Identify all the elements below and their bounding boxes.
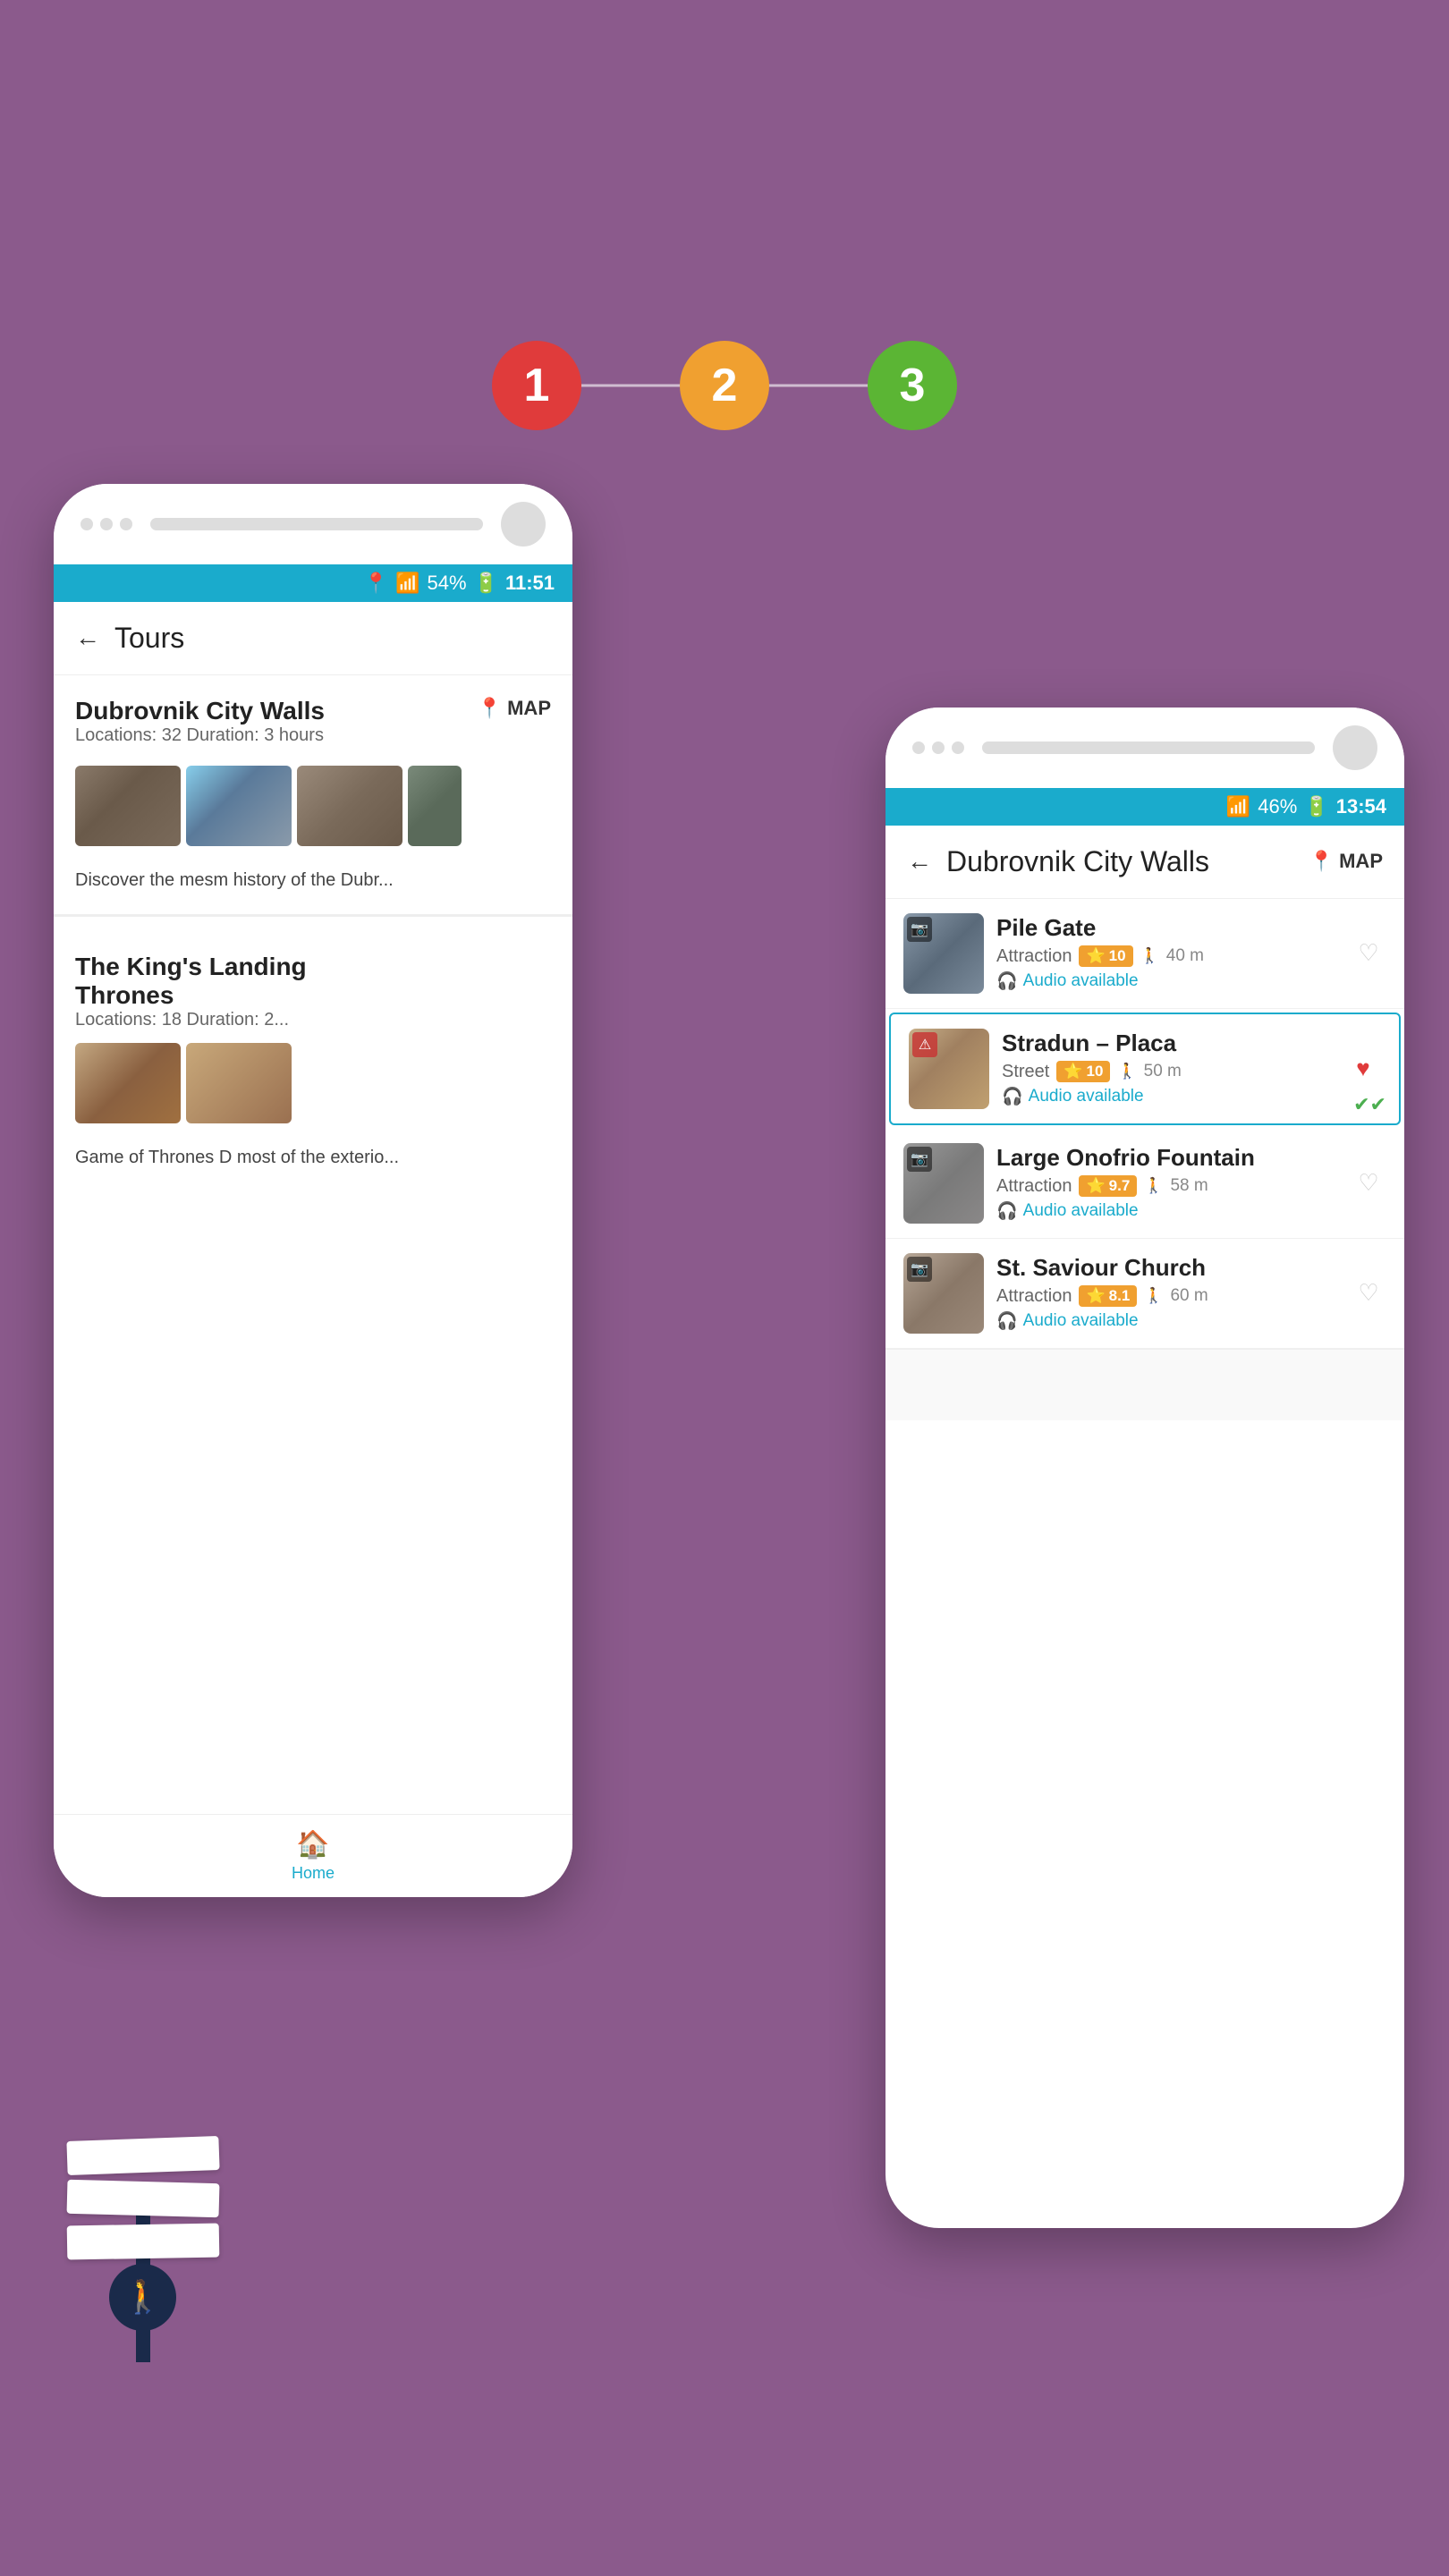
location-fountain[interactable]: 📷 Large Onofrio Fountain Attraction ⭐ 9.…: [886, 1129, 1404, 1239]
tour-img-3: [297, 766, 402, 846]
dot-6: [952, 741, 964, 754]
church-name: St. Saviour Church: [996, 1254, 1338, 1282]
pile-gate-thumb: 📷: [903, 913, 984, 994]
got-images: [75, 1043, 551, 1123]
stradun-check-icon: ✔✔: [1353, 1093, 1386, 1116]
fountain-camera-icon: 📷: [907, 1147, 932, 1172]
location-church[interactable]: 📷 St. Saviour Church Attraction ⭐ 8.1 🚶 …: [886, 1239, 1404, 1349]
tour-img-4: [408, 766, 462, 846]
steps-row: 1 2 3: [456, 341, 993, 430]
map-pin-icon-2: 📍: [1309, 850, 1334, 873]
stradun-info: Stradun – Placa Street ⭐ 10 🚶 50 m 🎧 Aud…: [1002, 1030, 1333, 1107]
got-card[interactable]: The King's Landing Thrones Locations: 18…: [54, 931, 572, 1177]
church-audio: 🎧 Audio available: [996, 1310, 1338, 1332]
step-3: 3: [868, 341, 957, 430]
walk-icon-2: 🚶: [1117, 1063, 1136, 1080]
church-type: Attraction ⭐ 8.1 🚶 60 m: [996, 1285, 1338, 1307]
phone2-title: Dubrovnik City Walls: [946, 845, 1309, 878]
tour-img-1: [75, 766, 181, 846]
map-button-1[interactable]: 📍 MAP: [478, 697, 551, 720]
app-header-1: ← Tours: [54, 602, 572, 675]
dot-1: [80, 518, 93, 530]
circle-btn-1: [501, 502, 546, 547]
got-meta: Locations: 18 Duration: 2...: [75, 1010, 551, 1030]
back-button-2[interactable]: ←: [907, 847, 932, 876]
dubrovnik-city-walls-card[interactable]: Dubrovnik City Walls Locations: 32 Durat…: [54, 675, 572, 915]
tour-1-description: Discover the mesm history of the Dubr...: [75, 860, 551, 900]
church-thumb: 📷: [903, 1253, 984, 1334]
dot-4: [912, 741, 925, 754]
dot-3: [120, 518, 132, 530]
fountain-heart[interactable]: ♡: [1351, 1165, 1386, 1201]
got-img-1: [75, 1043, 181, 1123]
fountain-type: Attraction ⭐ 9.7 🚶 58 m: [996, 1175, 1338, 1197]
signpost-board-2: [67, 2180, 220, 2217]
fountain-rating: ⭐ 9.7: [1079, 1175, 1137, 1197]
pile-gate-info: Pile Gate Attraction ⭐ 10 🚶 40 m 🎧 Audio…: [996, 914, 1338, 992]
signpost-container: 🚶: [54, 2130, 233, 2362]
circle-btn-2: [1333, 725, 1377, 770]
status-bar-1: 📍 📶 54% 🔋 11:51: [54, 564, 572, 602]
dot-5: [932, 741, 945, 754]
stradun-name: Stradun – Placa: [1002, 1030, 1333, 1057]
location-stradun[interactable]: ⚠ Stradun – Placa Street ⭐ 10 🚶 50 m 🎧 A…: [889, 1013, 1401, 1125]
nav-home[interactable]: 🏠 Home: [292, 1829, 335, 1883]
separator-1: [54, 915, 572, 917]
step-2: 2: [680, 341, 769, 430]
next-item-partial: [886, 1349, 1404, 1420]
phones-area: 📍 📶 54% 🔋 11:51 ← Tours Dubrovnik City W…: [0, 484, 1449, 2362]
signpost-board-1: [66, 2136, 219, 2175]
got-img-2: [186, 1043, 292, 1123]
phone-top-1: [54, 484, 572, 564]
church-rating: ⭐ 8.1: [1079, 1285, 1137, 1307]
pile-gate-name: Pile Gate: [996, 914, 1338, 942]
signpost-board-3: [67, 2223, 220, 2259]
signpost-person: 🚶: [109, 2264, 176, 2331]
phone-1: 📍 📶 54% 🔋 11:51 ← Tours Dubrovnik City W…: [54, 484, 572, 1897]
pile-gate-audio: 🎧 Audio available: [996, 970, 1338, 992]
fountain-info: Large Onofrio Fountain Attraction ⭐ 9.7 …: [996, 1144, 1338, 1222]
phone-top-2: [886, 708, 1404, 788]
bottom-nav: 🏠 Home: [54, 1814, 572, 1897]
pile-gate-rating: ⭐ 10: [1079, 945, 1132, 967]
nav-home-label: Home: [292, 1864, 335, 1883]
map-pin-icon: 📍: [478, 697, 502, 720]
stradun-heart[interactable]: ♥: [1345, 1051, 1381, 1087]
church-camera-icon: 📷: [907, 1257, 932, 1282]
back-button-1[interactable]: ←: [75, 623, 100, 652]
location-pile-gate[interactable]: 📷 Pile Gate Attraction ⭐ 10 🚶 40 m 🎧 Aud…: [886, 899, 1404, 1009]
pile-gate-type: Attraction ⭐ 10 🚶 40 m: [996, 945, 1338, 967]
app-header-2: ← Dubrovnik City Walls 📍 MAP: [886, 826, 1404, 899]
tour-img-2: [186, 766, 292, 846]
status-bar-2: 📶 46% 🔋 13:54: [886, 788, 1404, 826]
pill-bar-2: [982, 741, 1315, 754]
home-icon: 🏠: [296, 1829, 329, 1860]
got-description: Game of Thrones D most of the exterio...: [75, 1138, 551, 1177]
tours-title: Tours: [114, 622, 551, 655]
pile-gate-camera-icon: 📷: [907, 917, 932, 942]
church-heart[interactable]: ♡: [1351, 1275, 1386, 1311]
stradun-audio: 🎧 Audio available: [1002, 1086, 1333, 1107]
stradun-thumb: ⚠: [909, 1029, 989, 1109]
walk-icon-1: 🚶: [1140, 947, 1159, 965]
pile-gate-heart[interactable]: ♡: [1351, 936, 1386, 971]
dot-2: [100, 518, 113, 530]
tour-1-images: [75, 766, 551, 846]
tour-1-meta: Locations: 32 Duration: 3 hours: [75, 725, 325, 746]
stradun-alert-icon: ⚠: [912, 1032, 937, 1057]
fountain-audio: 🎧 Audio available: [996, 1200, 1338, 1222]
fountain-name: Large Onofrio Fountain: [996, 1144, 1338, 1172]
step-1: 1: [492, 341, 581, 430]
tour-1-title: Dubrovnik City Walls: [75, 697, 325, 725]
map-button-2[interactable]: 📍 MAP: [1309, 850, 1383, 873]
fountain-thumb: 📷: [903, 1143, 984, 1224]
stradun-rating: ⭐ 10: [1056, 1061, 1110, 1082]
walk-icon-4: 🚶: [1144, 1287, 1163, 1305]
phone-2: 📶 46% 🔋 13:54 ← Dubrovnik City Walls 📍 M…: [886, 708, 1404, 2228]
got-title: The King's Landing Thrones: [75, 953, 551, 1010]
church-info: St. Saviour Church Attraction ⭐ 8.1 🚶 60…: [996, 1254, 1338, 1332]
walk-icon-3: 🚶: [1144, 1177, 1163, 1195]
stradun-type: Street ⭐ 10 🚶 50 m: [1002, 1061, 1333, 1082]
pill-bar-1: [150, 518, 483, 530]
